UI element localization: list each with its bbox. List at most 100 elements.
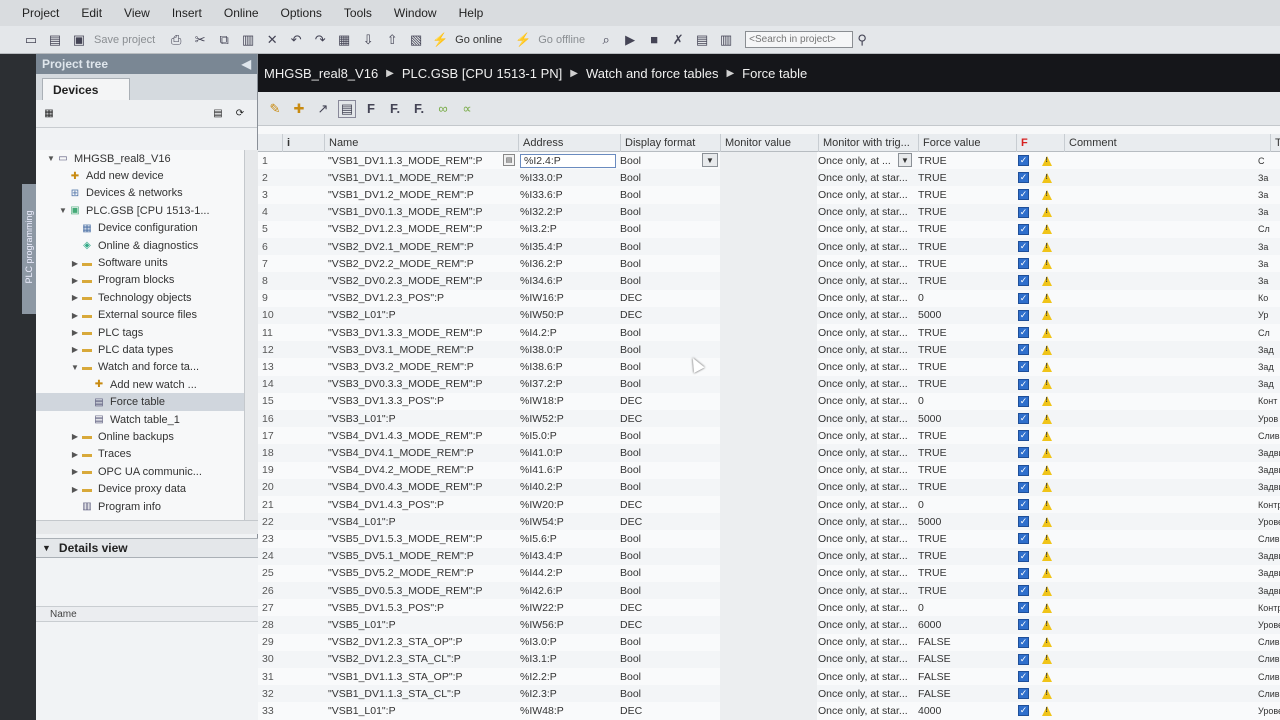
- force-checkbox[interactable]: ✓: [1018, 258, 1029, 270]
- force-value-cell[interactable]: TRUE: [918, 204, 1008, 221]
- force-checkbox-cell[interactable]: ✓: [1018, 255, 1034, 272]
- monitor-trigger-cell[interactable]: Once only, at star...: [818, 462, 916, 479]
- force-checkbox-cell[interactable]: ✓: [1018, 462, 1034, 479]
- monitor-trigger-cell[interactable]: Once only, at star...: [818, 410, 916, 427]
- col-info[interactable]: i: [282, 134, 328, 152]
- force-checkbox-cell[interactable]: ✓: [1018, 599, 1034, 616]
- force-checkbox[interactable]: ✓: [1018, 344, 1029, 356]
- force-value-cell[interactable]: TRUE: [918, 376, 1008, 393]
- collapsed-arrow-icon[interactable]: ▶: [70, 311, 80, 320]
- tag-name[interactable]: "VSB1_DV1.1.3_STA_CL":P: [328, 685, 503, 702]
- address-cell[interactable]: %I33.0:P: [520, 169, 618, 186]
- force-value-cell[interactable]: TRUE: [918, 582, 1008, 599]
- force-checkbox[interactable]: ✓: [1018, 481, 1029, 493]
- force-checkbox[interactable]: ✓: [1018, 206, 1029, 218]
- tag-name[interactable]: "VSB2_DV2.1_MODE_REM":P: [328, 238, 503, 255]
- display-format-cell[interactable]: DEC: [620, 599, 720, 616]
- comment-cell[interactable]: [1064, 169, 1274, 186]
- force-checkbox-cell[interactable]: ✓: [1018, 152, 1034, 169]
- table-row[interactable]: 11 "VSB3_DV1.3.3_MODE_REM":P %I4.2:P Bool On…: [258, 324, 1280, 342]
- monitor-trigger-cell[interactable]: Once only, at star...: [818, 376, 916, 393]
- tag-name[interactable]: "VSB2_DV1.2.3_POS":P: [328, 290, 503, 307]
- force-value-cell[interactable]: TRUE: [918, 462, 1008, 479]
- force-checkbox-cell[interactable]: ✓: [1018, 634, 1034, 651]
- comment-cell[interactable]: [1064, 548, 1274, 565]
- force-checkbox-cell[interactable]: ✓: [1018, 358, 1034, 375]
- display-format-cell[interactable]: DEC: [620, 513, 720, 530]
- tree-item[interactable]: ▶ ▬ PLC data types: [36, 341, 244, 358]
- force-value-cell[interactable]: TRUE: [918, 427, 1008, 444]
- tag-name[interactable]: "VSB4_DV1.4.3_MODE_REM":P: [328, 427, 503, 444]
- tag-name[interactable]: "VSB5_DV1.5.3_MODE_REM":P: [328, 530, 503, 547]
- table-row[interactable]: 14 "VSB3_DV0.3.3_MODE_REM":P %I37.2:P Bool O…: [258, 375, 1280, 393]
- force-value-cell[interactable]: FALSE: [918, 685, 1008, 702]
- tree-item[interactable]: ▶ ▬ Device proxy data: [36, 480, 244, 497]
- display-format-cell[interactable]: Bool: [620, 255, 720, 272]
- download-icon[interactable]: ⇩: [359, 31, 377, 49]
- force-value-cell[interactable]: 5000: [918, 513, 1008, 530]
- display-format-cell[interactable]: Bool: [620, 462, 720, 479]
- force-checkbox-cell[interactable]: ✓: [1018, 685, 1034, 702]
- copy-icon[interactable]: ⧉: [215, 31, 233, 49]
- table-row[interactable]: 27 "VSB5_DV1.5.3_POS":P %IW22:P DEC Once onl…: [258, 599, 1280, 617]
- display-format-cell[interactable]: Bool: [620, 668, 720, 685]
- force-checkbox[interactable]: ✓: [1018, 378, 1029, 390]
- tag-name[interactable]: "VSB1_DV1.2_MODE_REM":P: [328, 186, 503, 203]
- address-cell[interactable]: %IW52:P: [520, 410, 618, 427]
- force-value-cell[interactable]: TRUE: [918, 358, 1008, 375]
- monitor-trigger-cell[interactable]: Once only, at star...: [818, 358, 916, 375]
- comment-cell[interactable]: [1064, 341, 1274, 358]
- force-icon[interactable]: F: [362, 100, 380, 118]
- tag-name[interactable]: "VSB2_DV0.2.3_MODE_REM":P: [328, 272, 503, 289]
- address-cell[interactable]: %I3.2:P: [520, 221, 618, 238]
- collapsed-arrow-icon[interactable]: ▶: [70, 293, 80, 302]
- table-row[interactable]: 24 "VSB5_DV5.1_MODE_REM":P %I43.4:P Bool Onc…: [258, 547, 1280, 565]
- comment-cell[interactable]: [1064, 462, 1274, 479]
- collapsed-arrow-icon[interactable]: ▶: [70, 450, 80, 459]
- collapsed-arrow-icon[interactable]: ▶: [70, 328, 80, 337]
- monitor-once-icon[interactable]: ∝: [458, 100, 476, 118]
- comment-cell[interactable]: [1064, 530, 1274, 547]
- tag-name[interactable]: "VSB2_L01":P: [328, 307, 503, 324]
- force-checkbox[interactable]: ✓: [1018, 223, 1029, 235]
- force-checkbox[interactable]: ✓: [1018, 688, 1029, 700]
- force-checkbox[interactable]: ✓: [1018, 189, 1029, 201]
- force-checkbox-cell[interactable]: ✓: [1018, 548, 1034, 565]
- tag-name[interactable]: "VSB1_DV1.1.3_MODE_REM":P: [328, 152, 503, 169]
- go-online-button[interactable]: Go online: [455, 34, 502, 46]
- force-value-cell[interactable]: FALSE: [918, 668, 1008, 685]
- monitor-trigger-cell[interactable]: Once only, at star...: [818, 204, 916, 221]
- comment-cell[interactable]: [1064, 582, 1274, 599]
- collapsed-arrow-icon[interactable]: ▶: [70, 432, 80, 441]
- expanded-arrow-icon[interactable]: ▼: [58, 206, 68, 215]
- force-checkbox-cell[interactable]: ✓: [1018, 530, 1034, 547]
- comment-cell[interactable]: [1064, 152, 1274, 169]
- table-row[interactable]: 32 "VSB1_DV1.1.3_STA_CL":P %I2.3:P Bool Once…: [258, 685, 1280, 703]
- breadcrumb-watch-force[interactable]: Watch and force tables: [586, 66, 718, 81]
- monitor-trigger-cell[interactable]: Once only, at star...: [818, 599, 916, 616]
- address-cell[interactable]: %I2.4:P: [520, 152, 618, 169]
- display-format-cell[interactable]: DEC: [620, 290, 720, 307]
- address-cell[interactable]: %I38.6:P: [520, 358, 618, 375]
- search-icon[interactable]: ⚲: [853, 31, 871, 49]
- force-value-cell[interactable]: TRUE: [918, 444, 1008, 461]
- display-format-cell[interactable]: Bool: [620, 221, 720, 238]
- comment-cell[interactable]: [1064, 479, 1274, 496]
- comment-cell[interactable]: [1064, 513, 1274, 530]
- tree-item[interactable]: ▶ ▬ External source files: [36, 307, 244, 324]
- col-monitor-value[interactable]: Monitor value: [720, 134, 818, 152]
- address-cell[interactable]: %I32.2:P: [520, 204, 618, 221]
- force-value-cell[interactable]: TRUE: [918, 169, 1008, 186]
- address-cell[interactable]: %IW56:P: [520, 616, 618, 633]
- force-value-cell[interactable]: TRUE: [918, 272, 1008, 289]
- force-checkbox-cell[interactable]: ✓: [1018, 410, 1034, 427]
- monitor-trigger-cell[interactable]: Once only, at star...: [818, 444, 916, 461]
- portal-tab[interactable]: PLC programming: [22, 184, 36, 314]
- collapsed-arrow-icon[interactable]: ▶: [70, 259, 80, 268]
- menu-insert[interactable]: Insert: [172, 6, 202, 20]
- tree-item[interactable]: ◈ Online & diagnostics: [36, 237, 244, 254]
- tag-name[interactable]: "VSB1_DV1.1_MODE_REM":P: [328, 169, 503, 186]
- monitor-trigger-cell[interactable]: Once only, at star...: [818, 582, 916, 599]
- address-cell[interactable]: %IW20:P: [520, 496, 618, 513]
- tag-name[interactable]: "VSB1_L01":P: [328, 702, 503, 719]
